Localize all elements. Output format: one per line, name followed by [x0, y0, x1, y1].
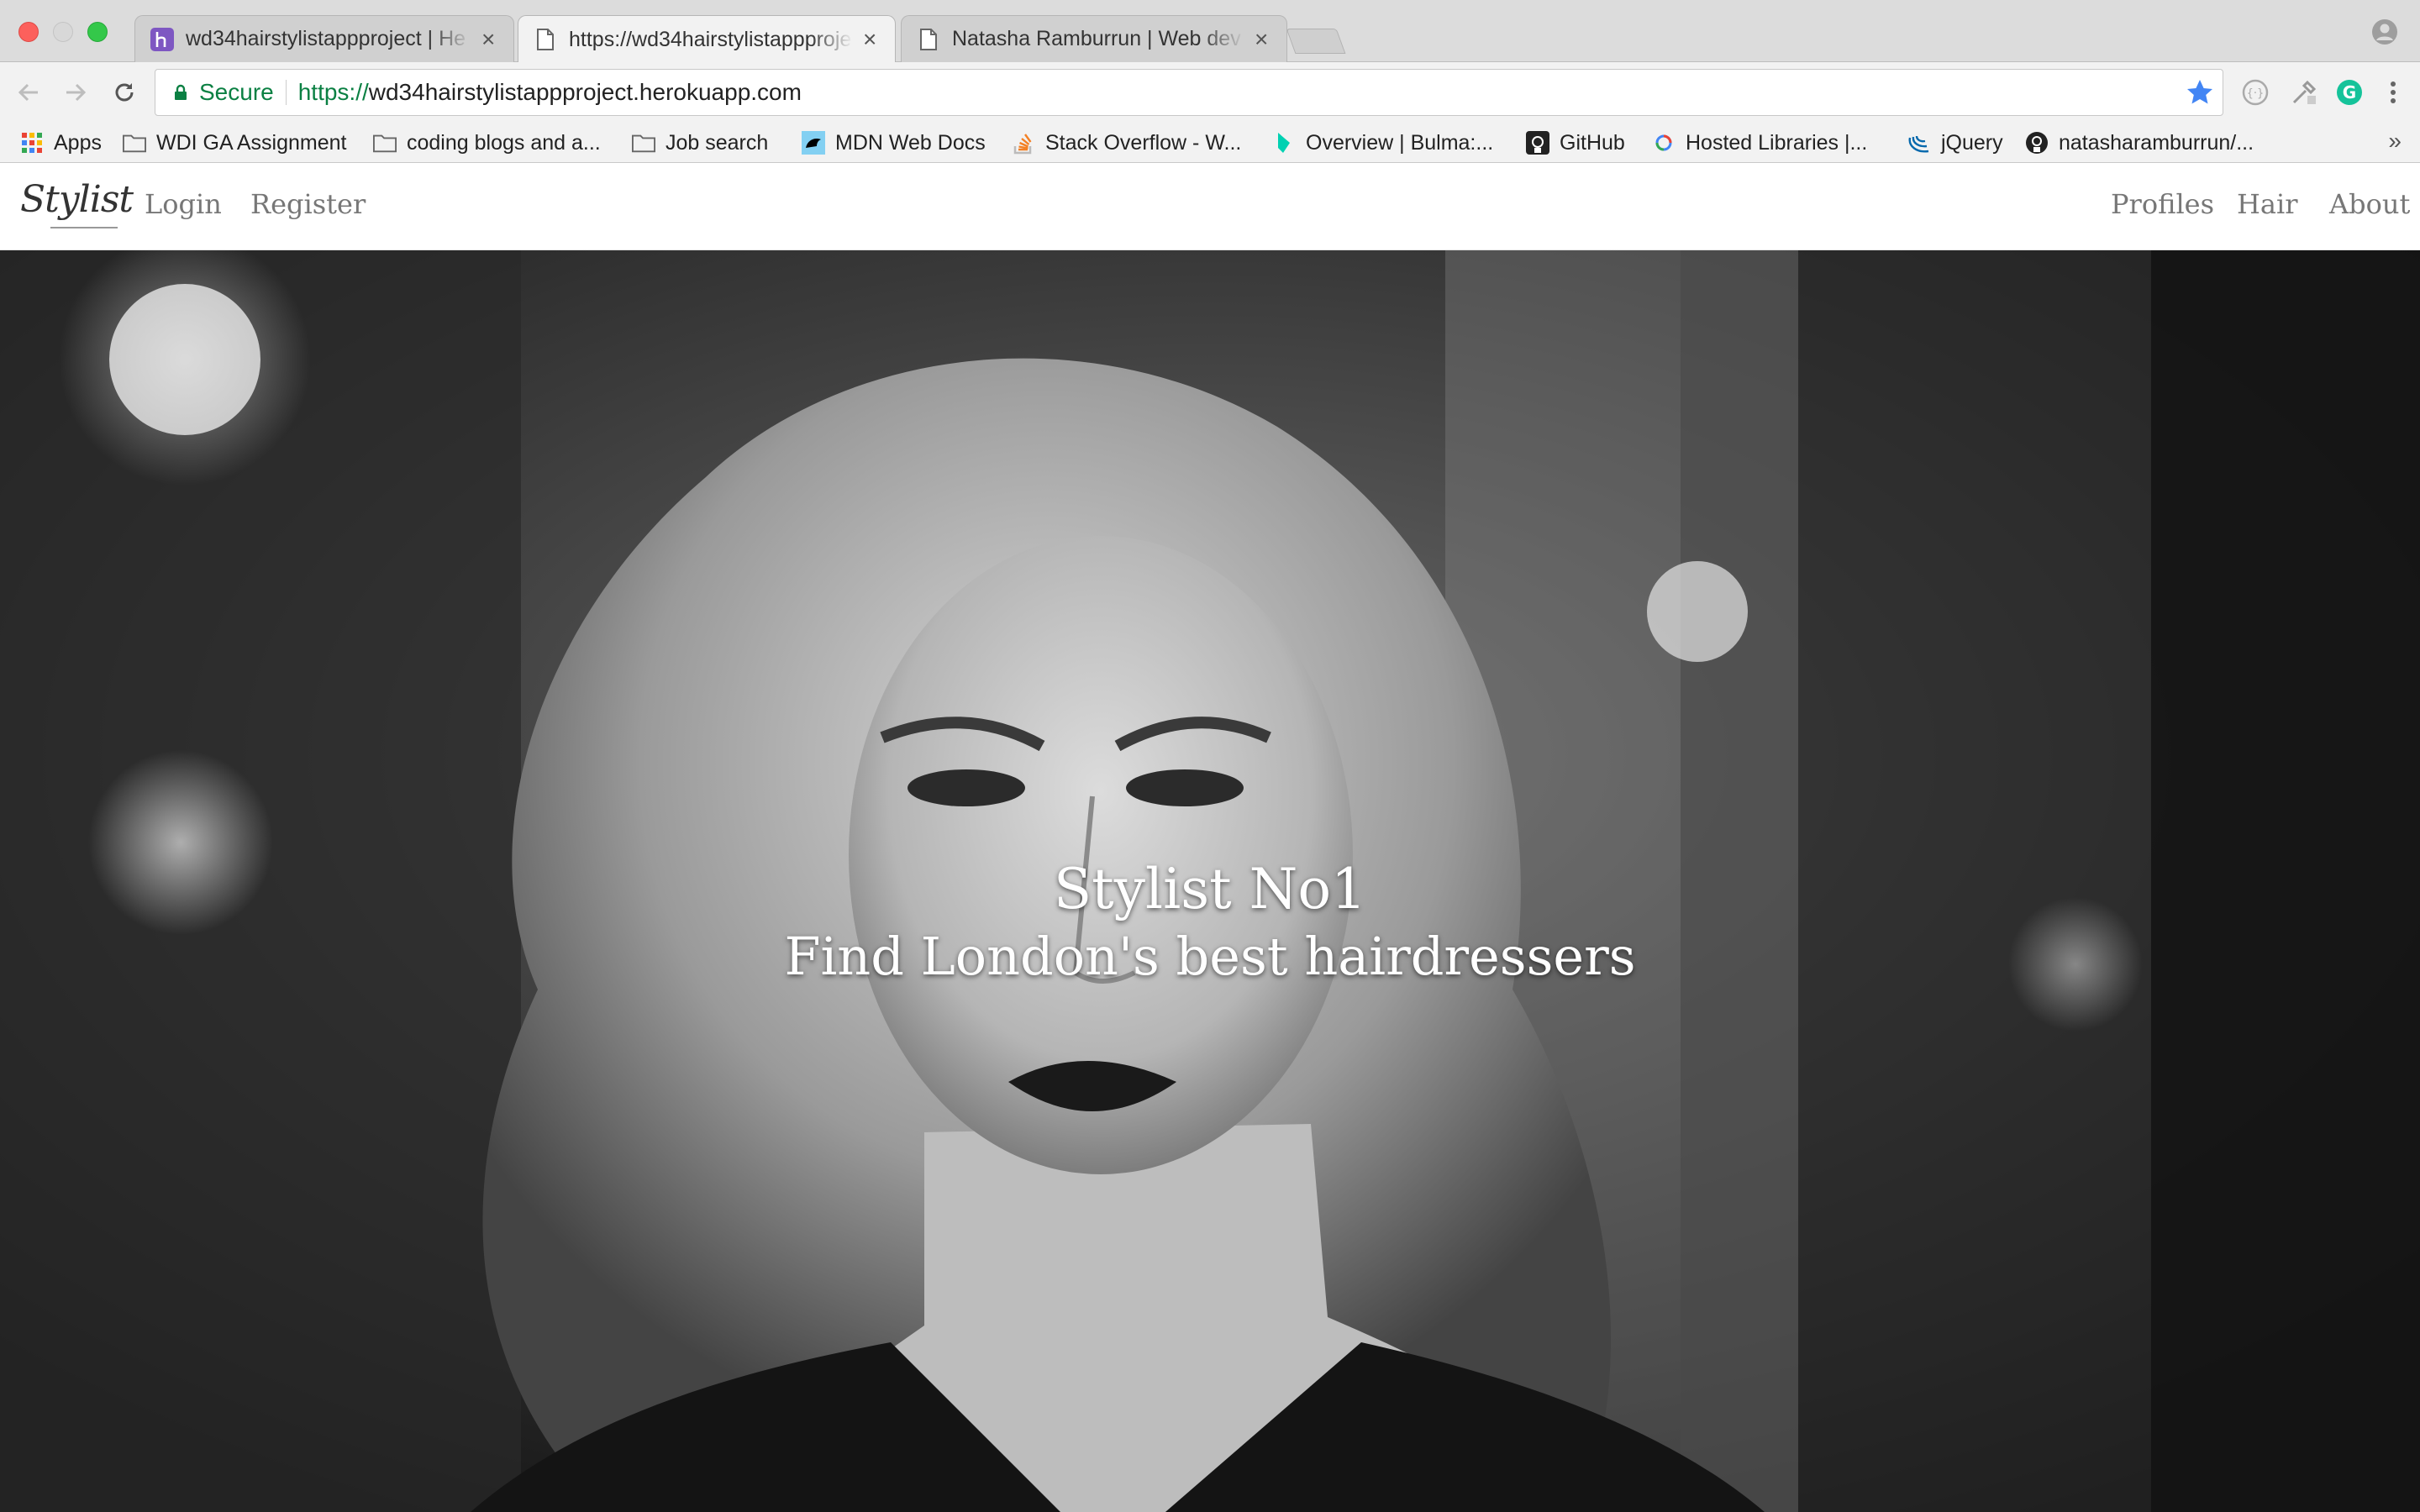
secure-label: Secure [199, 79, 274, 105]
bookmark-star-icon[interactable] [2186, 78, 2214, 107]
bookmark-label: jQuery [1941, 130, 2003, 155]
browser-toolbar: Secure https://wd34hairstylistappproject… [0, 62, 2420, 123]
bookmark-label: Stack Overflow - W... [1045, 130, 1242, 155]
bookmark-label: Overview | Bulma:... [1306, 130, 1494, 155]
folder-icon [632, 131, 655, 155]
svg-text:{·}: {·} [2247, 87, 2265, 100]
url-text[interactable]: https://wd34hairstylistappproject.heroku… [298, 79, 802, 106]
hero-section: Stylist No1 Find London's best hairdress… [0, 250, 2420, 1512]
bookmark-github-repo[interactable]: natasharamburrun/... [2025, 128, 2254, 158]
bookmark-github[interactable]: GitHub [1526, 128, 1625, 158]
google-icon [1652, 131, 1676, 155]
browser-tabstrip: wd34hairstylistappproject | He × https:/… [0, 0, 2420, 63]
forward-button[interactable] [59, 76, 92, 109]
back-button[interactable] [12, 76, 45, 109]
tab-stylist-app[interactable]: https://wd34hairstylistappproje × [518, 15, 896, 63]
nav-about-link[interactable]: About [2329, 188, 2410, 220]
bookmarks-overflow-button[interactable]: » [2388, 128, 2402, 155]
bookmark-bulma[interactable]: Overview | Bulma:... [1272, 128, 1493, 158]
hero-subtitle: Find London's best hairdressers [784, 926, 1636, 987]
divider [285, 80, 287, 105]
zoom-window-button[interactable] [87, 22, 108, 42]
bookmark-hosted-libraries[interactable]: Hosted Libraries |... [1652, 128, 1867, 158]
bookmarks-bar: Apps WDI GA Assignment coding blogs and … [0, 123, 2420, 163]
bookmark-folder[interactable]: WDI GA Assignment [123, 128, 346, 158]
tab-close-icon[interactable]: × [863, 28, 880, 51]
mdn-icon [802, 131, 825, 155]
minimize-window-button[interactable] [53, 22, 73, 42]
close-window-button[interactable] [18, 22, 39, 42]
site-navbar: Stylist Login Register Profiles Hair Abo… [0, 163, 2420, 250]
reload-icon [115, 83, 134, 102]
bookmark-apps[interactable]: Apps [20, 128, 102, 158]
tab-close-icon[interactable]: × [481, 27, 498, 51]
grammarly-icon[interactable]: G [2334, 77, 2365, 108]
tab-heroku[interactable]: wd34hairstylistappproject | He × [134, 15, 514, 62]
tab-title: https://wd34hairstylistappproje [569, 27, 852, 51]
bookmark-label: Job search [666, 130, 769, 155]
nav-register-link[interactable]: Register [250, 188, 366, 220]
url-host: wd34hairstylistappproject.herokuapp.com [368, 79, 802, 105]
bookmark-folder[interactable]: Job search [632, 128, 768, 158]
svg-text:G: G [2343, 82, 2356, 102]
github-icon [2025, 131, 2049, 155]
github-icon [1526, 131, 1549, 155]
bookmark-label: WDI GA Assignment [156, 130, 347, 155]
nav-hair-link[interactable]: Hair [2237, 188, 2298, 220]
stackoverflow-icon [1012, 131, 1035, 155]
address-bar[interactable]: Secure https://wd34hairstylistappproject… [155, 69, 2223, 116]
bookmark-label: coding blogs and a... [407, 130, 601, 155]
back-arrow-icon [18, 83, 38, 102]
heroku-icon [150, 27, 174, 51]
tab-title: wd34hairstylistappproject | He [186, 27, 466, 50]
page-icon [917, 28, 940, 51]
extension-icon[interactable]: {·} [2240, 77, 2270, 108]
folder-icon [373, 131, 397, 155]
bookmark-label: Apps [54, 130, 102, 155]
bookmark-label: natasharamburrun/... [2059, 130, 2254, 155]
url-scheme: https:// [297, 79, 369, 105]
lock-icon [175, 84, 187, 100]
nav-profiles-link[interactable]: Profiles [2111, 188, 2214, 220]
nav-login-link[interactable]: Login [145, 188, 222, 220]
folder-icon [123, 131, 146, 155]
apps-grid-icon [20, 131, 44, 155]
reload-button[interactable] [108, 76, 141, 109]
bookmark-label: MDN Web Docs [835, 130, 986, 155]
forward-arrow-icon [66, 83, 87, 102]
bookmark-jquery[interactable]: jQuery [1907, 128, 2003, 158]
logo-underline [50, 227, 118, 228]
bookmark-mdn[interactable]: MDN Web Docs [802, 128, 986, 158]
eyedropper-icon[interactable] [2289, 77, 2319, 108]
bookmark-label: GitHub [1560, 130, 1625, 155]
bookmark-stackoverflow[interactable]: Stack Overflow - W... [1012, 128, 1241, 158]
profile-icon[interactable] [2371, 18, 2398, 45]
tab-title: Natasha Ramburrun | Web dev [952, 27, 1241, 50]
tab-close-icon[interactable]: × [1255, 27, 1271, 51]
page-icon [534, 28, 557, 51]
menu-kebab-icon[interactable] [2378, 77, 2408, 108]
tab-portfolio[interactable]: Natasha Ramburrun | Web dev × [901, 15, 1287, 62]
hero-title: Stylist No1 [1053, 857, 1367, 921]
bookmark-label: Hosted Libraries |... [1686, 130, 1868, 155]
bookmark-folder[interactable]: coding blogs and a... [373, 128, 601, 158]
bulma-icon [1272, 131, 1296, 155]
site-logo[interactable]: Stylist [20, 178, 134, 221]
jquery-icon [1907, 131, 1931, 155]
new-tab-button[interactable] [1286, 29, 1346, 54]
